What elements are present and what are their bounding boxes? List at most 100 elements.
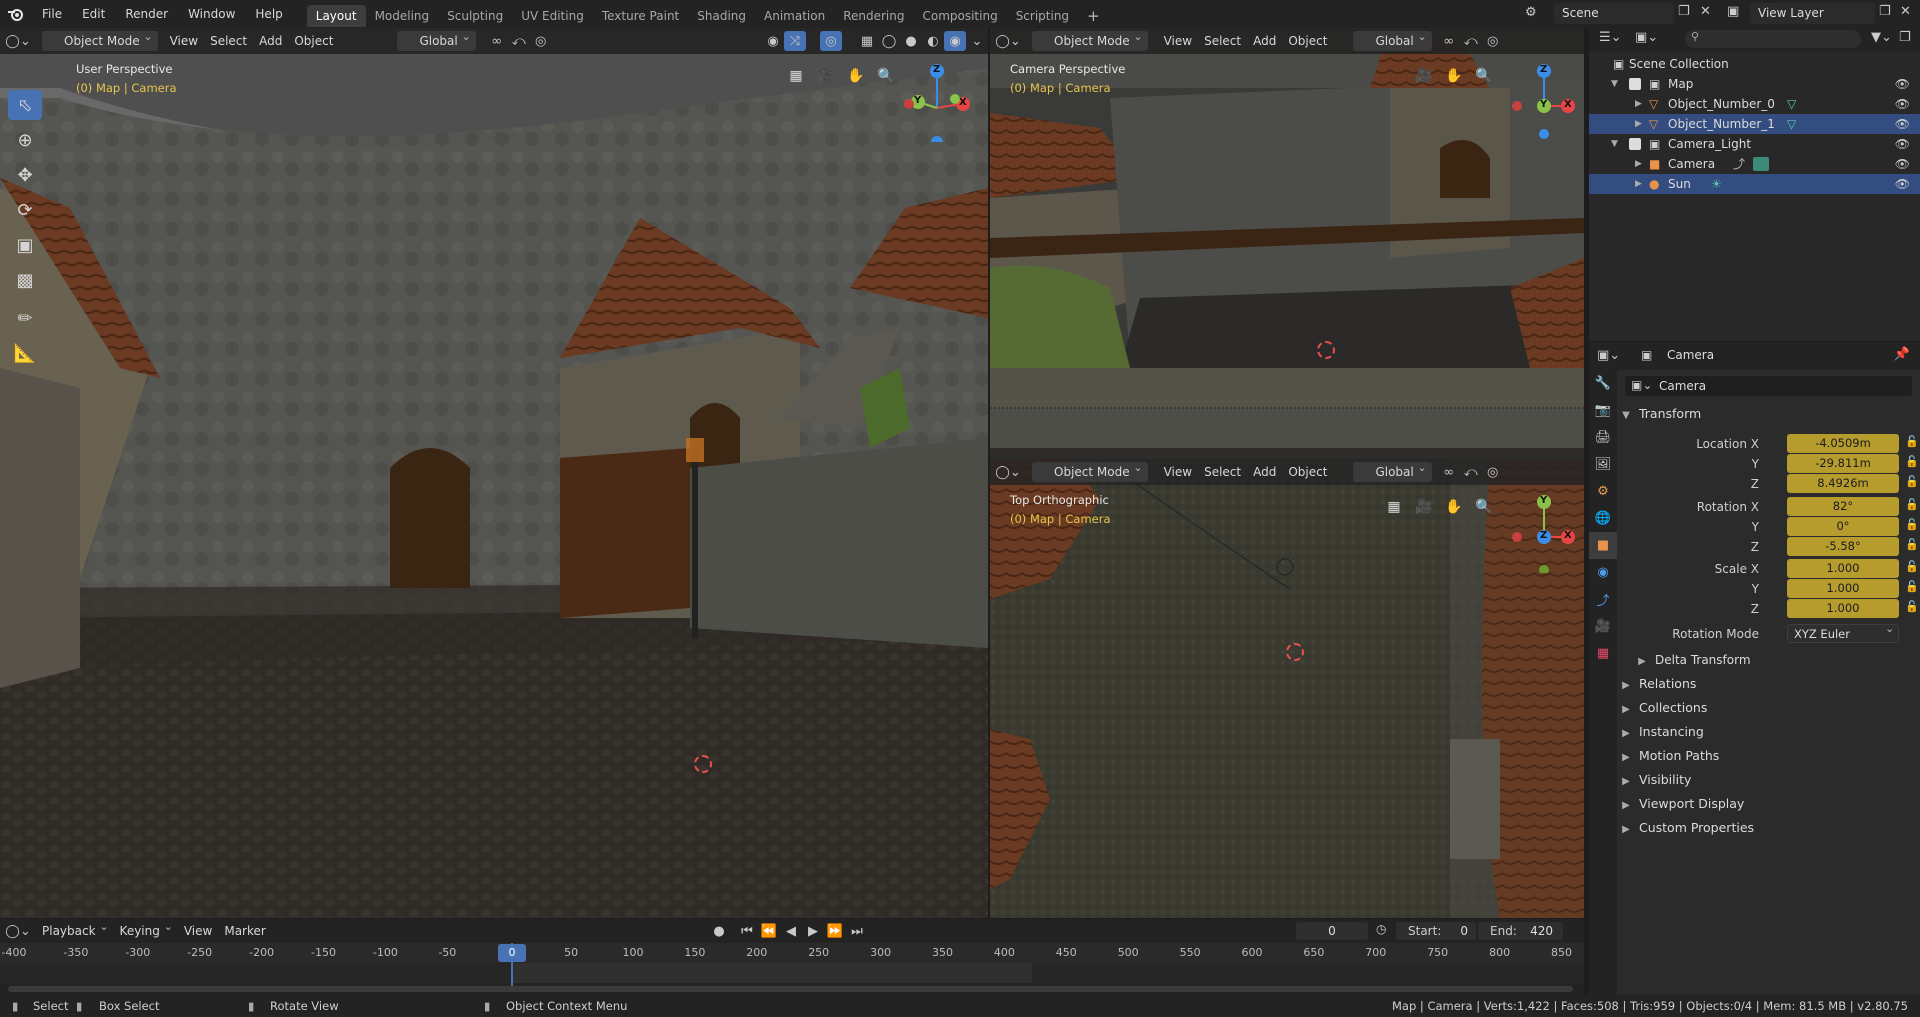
eye-icon[interactable]: 👁 bbox=[1895, 134, 1910, 154]
pivot-icon[interactable]: ∞ bbox=[1438, 462, 1460, 482]
view-layer-field[interactable]: View Layer bbox=[1750, 3, 1875, 24]
expand-arrow-icon[interactable]: ▼ bbox=[1611, 134, 1618, 154]
location-y-field[interactable]: -29.811m bbox=[1787, 454, 1899, 473]
outliner-item-map[interactable]: ▼ ▣ Map 👁 bbox=[1589, 74, 1920, 94]
prev-keyframe-icon[interactable]: ⏪ bbox=[758, 921, 780, 941]
object-data-tab-icon[interactable]: 🎥 bbox=[1589, 613, 1617, 640]
physics-tab-icon[interactable]: ◉ bbox=[1589, 559, 1617, 586]
lock-icon[interactable]: 🔓 bbox=[1905, 580, 1919, 593]
pivot-icon[interactable]: ∞ bbox=[486, 31, 508, 51]
viewport-top-orthographic[interactable]: Top Orthographic (0) Map | Camera ▦ 🎥 ✋ … bbox=[990, 459, 1584, 918]
transform-section-header[interactable]: ▼ Transform bbox=[1617, 402, 1920, 426]
end-frame-field[interactable]: End: 420 bbox=[1478, 922, 1563, 940]
new-scene-icon[interactable]: ❐ bbox=[1678, 4, 1690, 19]
tab-shading[interactable]: Shading bbox=[688, 5, 755, 27]
pan-view-icon[interactable]: ✋ bbox=[1442, 64, 1466, 88]
tab-uv-editing[interactable]: UV Editing bbox=[512, 5, 593, 27]
object-tab-icon[interactable]: ■ bbox=[1589, 532, 1617, 559]
pin-icon[interactable]: 📌 bbox=[1894, 347, 1910, 362]
menu-file[interactable]: File bbox=[32, 0, 72, 28]
rotation-mode-dropdown[interactable]: XYZ Euler bbox=[1787, 624, 1899, 643]
xray-icon[interactable]: ▦ bbox=[856, 31, 878, 51]
constraints-tab-icon[interactable]: ⤴ bbox=[1589, 586, 1617, 613]
rotation-y-field[interactable]: 0° bbox=[1787, 517, 1899, 536]
filter-icon[interactable]: ▼⌄ bbox=[1871, 30, 1892, 45]
lock-icon[interactable]: 🔓 bbox=[1905, 435, 1919, 448]
menu-select[interactable]: Select bbox=[204, 31, 253, 51]
shading-dropdown-icon[interactable]: ⌄ bbox=[966, 31, 988, 51]
lock-icon[interactable]: 🔓 bbox=[1905, 498, 1919, 511]
outliner-search-input[interactable]: ⚲ bbox=[1685, 30, 1861, 48]
menu-add[interactable]: Add bbox=[253, 31, 288, 51]
outliner-item-camera-light[interactable]: ▼ ▣ Camera_Light 👁 bbox=[1589, 134, 1920, 154]
wireframe-shading-icon[interactable]: ◯ bbox=[878, 31, 900, 51]
checkbox-icon[interactable] bbox=[1629, 138, 1641, 150]
instancing-section-header[interactable]: ▶ Instancing bbox=[1617, 720, 1920, 744]
viewport-divider[interactable] bbox=[990, 448, 1584, 459]
visibility-section-header[interactable]: ▶ Visibility bbox=[1617, 768, 1920, 792]
editor-type-icon[interactable]: ◯⌄ bbox=[990, 462, 1026, 482]
menu-object[interactable]: Object bbox=[288, 31, 339, 51]
camera-view-icon[interactable]: 🎥 bbox=[814, 64, 838, 88]
scene-remove-icon[interactable]: ✕ bbox=[1700, 4, 1711, 19]
jump-start-icon[interactable]: ⏮ bbox=[736, 921, 758, 941]
custom-properties-section-header[interactable]: ▶ Custom Properties bbox=[1617, 816, 1920, 840]
solid-shading-icon[interactable]: ● bbox=[900, 31, 922, 51]
display-mode-icon[interactable]: ▣⌄ bbox=[1635, 30, 1658, 45]
playback-dropdown[interactable]: Playback bbox=[36, 917, 114, 941]
menu-add[interactable]: Add bbox=[1247, 462, 1282, 482]
editor-type-icon[interactable]: ▣⌄ bbox=[1597, 348, 1620, 363]
tab-animation[interactable]: Animation bbox=[755, 5, 834, 27]
timeline-scrollbar[interactable] bbox=[8, 986, 1573, 992]
scale-z-field[interactable]: 1.000 bbox=[1787, 599, 1899, 618]
tab-scripting[interactable]: Scripting bbox=[1007, 5, 1078, 27]
checkbox-icon[interactable] bbox=[1629, 78, 1641, 90]
next-keyframe-icon[interactable]: ⏩ bbox=[824, 921, 846, 941]
scale-x-field[interactable]: 1.000 bbox=[1787, 559, 1899, 578]
playhead-marker[interactable]: 0 bbox=[498, 944, 526, 962]
expand-arrow-icon[interactable]: ▶ bbox=[1635, 94, 1642, 114]
outliner-item-object-number-0[interactable]: ▶ ▽ Object_Number_0 ▽ 👁 bbox=[1589, 94, 1920, 114]
menu-object[interactable]: Object bbox=[1282, 31, 1333, 51]
location-z-field[interactable]: 8.4926m bbox=[1787, 474, 1899, 493]
mode-dropdown[interactable]: Object Mode bbox=[1032, 459, 1148, 482]
view-layer-tab-icon[interactable]: 🖼 bbox=[1589, 451, 1617, 478]
scene-tab-icon[interactable]: ⚙ bbox=[1589, 478, 1617, 505]
snap-icon[interactable]: ⤺ bbox=[1460, 31, 1482, 51]
tab-texture-paint[interactable]: Texture Paint bbox=[593, 5, 688, 27]
zoom-view-icon[interactable]: 🔍 bbox=[874, 64, 898, 88]
orientation-dropdown[interactable]: Global bbox=[397, 28, 476, 51]
tab-compositing[interactable]: Compositing bbox=[913, 5, 1006, 27]
outliner-scene-collection[interactable]: ▣ Scene Collection bbox=[1589, 54, 1920, 74]
material-shading-icon[interactable]: ◐ bbox=[922, 31, 944, 51]
pan-view-icon[interactable]: ✋ bbox=[1442, 495, 1466, 519]
viewport-display-section-header[interactable]: ▶ Viewport Display bbox=[1617, 792, 1920, 816]
lock-icon[interactable]: 🔓 bbox=[1905, 475, 1919, 488]
annotate-tool-icon[interactable]: ✏ bbox=[8, 303, 42, 333]
menu-view[interactable]: View bbox=[164, 31, 204, 51]
menu-help[interactable]: Help bbox=[245, 0, 292, 28]
relations-section-header[interactable]: ▶ Relations bbox=[1617, 672, 1920, 696]
expand-arrow-icon[interactable]: ▼ bbox=[1611, 74, 1618, 94]
collections-section-header[interactable]: ▶ Collections bbox=[1617, 696, 1920, 720]
navigation-gizmo[interactable]: Z X Y bbox=[900, 62, 980, 148]
outliner-item-sun[interactable]: ▶ ● Sun ☀ 👁 bbox=[1589, 174, 1920, 194]
lock-icon[interactable]: 🔓 bbox=[1905, 538, 1919, 551]
scene-field[interactable]: Scene bbox=[1554, 3, 1674, 24]
scale-tool-icon[interactable]: ▣ bbox=[8, 230, 42, 260]
preview-range-icon[interactable]: ◷ bbox=[1376, 922, 1386, 936]
proportional-edit-icon[interactable]: ◎ bbox=[1482, 31, 1504, 51]
tab-layout[interactable]: Layout bbox=[306, 5, 366, 27]
scene-icon[interactable]: ⚙ bbox=[1525, 5, 1537, 20]
snap-icon[interactable]: ⤺ bbox=[508, 31, 530, 51]
world-tab-icon[interactable]: 🌐 bbox=[1589, 505, 1617, 532]
blender-logo-icon[interactable] bbox=[0, 0, 32, 28]
move-tool-icon[interactable]: ✥ bbox=[8, 160, 42, 190]
jump-end-icon[interactable]: ⏭ bbox=[846, 921, 868, 941]
play-icon[interactable]: ▶ bbox=[802, 921, 824, 941]
scale-y-field[interactable]: 1.000 bbox=[1787, 579, 1899, 598]
expand-arrow-icon[interactable]: ▶ bbox=[1635, 154, 1642, 174]
viewport-user-perspective[interactable]: ◯⌄ Object Mode View Select Add Object Gl… bbox=[0, 28, 988, 918]
cursor-tool-icon[interactable]: ⊕ bbox=[8, 125, 42, 155]
timeline-ruler[interactable]: -400 -350 -300 -250 -200 -150 -100 -50 50 100 150 2… bbox=[0, 943, 1584, 963]
